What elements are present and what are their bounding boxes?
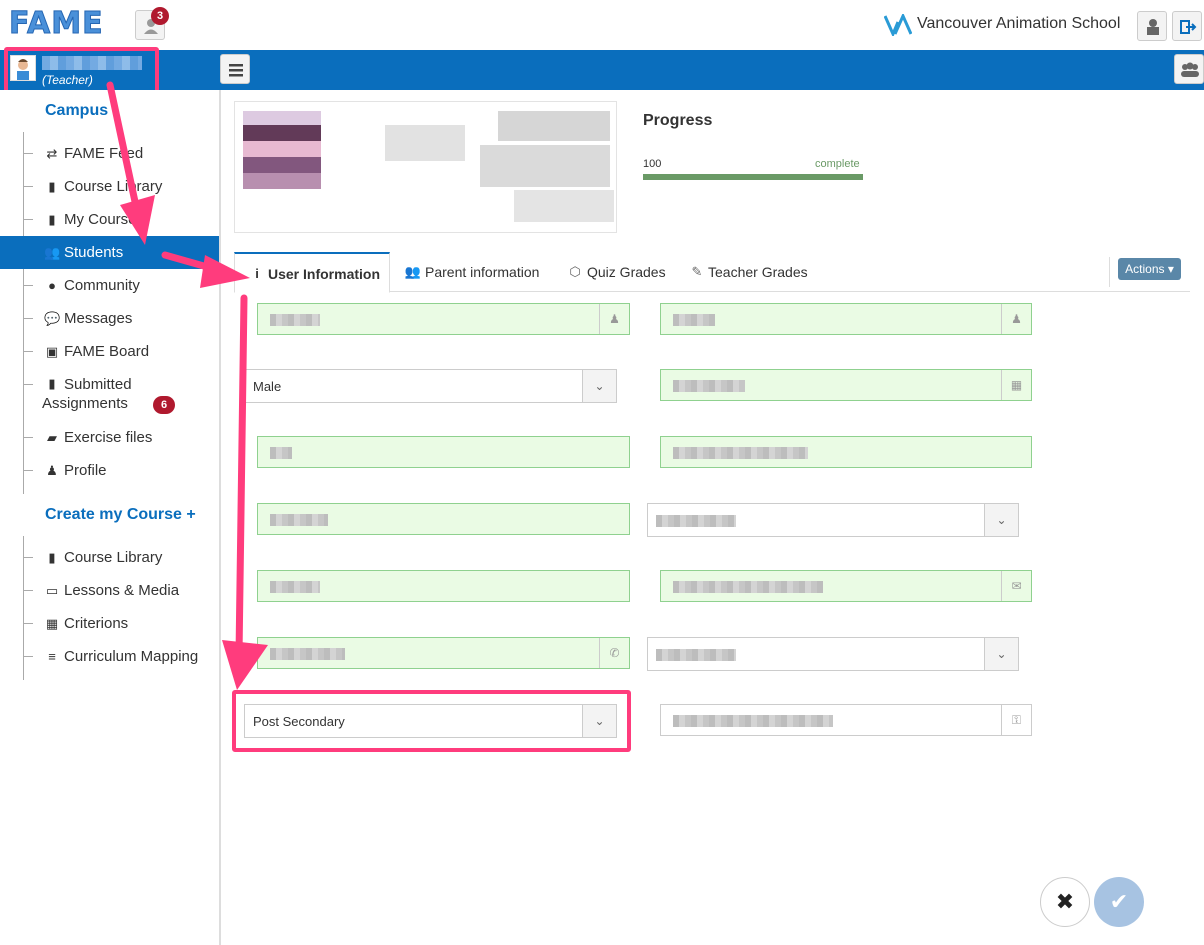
postal-code-field[interactable] [257, 570, 630, 602]
email-field[interactable]: ✉ [660, 570, 1032, 602]
fame-logo[interactable]: FAME [9, 6, 104, 42]
password-field[interactable]: ⚿ [660, 704, 1032, 736]
campus-title: Campus [45, 102, 109, 119]
sign-out-icon [1180, 20, 1197, 34]
user-icon: ♟ [1001, 304, 1031, 334]
birthdate-field[interactable]: ▦ [660, 369, 1032, 401]
edit-icon: ✎ [691, 264, 703, 279]
province-select[interactable]: ⌄ [647, 503, 1019, 537]
progress-bar-fill [643, 174, 863, 180]
phone-icon: ✆ [599, 638, 629, 668]
cubes-icon: ⬡ [569, 264, 581, 279]
users-icon: 👥 [404, 264, 422, 279]
envelope-icon: ✉ [1001, 571, 1031, 601]
user-icon: ♟ [599, 304, 629, 334]
submitted-count-badge: 6 [153, 396, 175, 414]
incognito-button[interactable] [1137, 11, 1167, 41]
users-icon [1181, 62, 1199, 77]
header-band [0, 50, 1204, 90]
gender-select[interactable]: Male ⌄ [244, 369, 617, 403]
tab-parent-information[interactable]: 👥 Parent information [402, 252, 552, 292]
comment-icon: 💬 [44, 311, 61, 326]
globe-icon: ● [48, 278, 56, 293]
chevron-down-icon: ⌄ [984, 504, 1018, 536]
tab-teacher-grades[interactable]: ✎ Teacher Grades [686, 252, 816, 292]
list-icon: ≡ [48, 649, 56, 664]
key-icon: ⚿ [1001, 705, 1031, 735]
chevron-down-icon: ⌄ [984, 638, 1018, 670]
progress-title: Progress [643, 112, 713, 129]
profile-photo-redacted [243, 111, 321, 189]
notification-badge: 3 [151, 7, 169, 25]
first-name-field[interactable]: ♟ [257, 303, 630, 335]
folder-open-icon: ▰ [47, 430, 57, 445]
check-icon: ✔ [1109, 889, 1129, 914]
sidebar-item-profile[interactable]: ♟ Profile [0, 454, 219, 487]
city-field[interactable] [257, 503, 630, 535]
cancel-button[interactable]: ✖ [1040, 877, 1090, 927]
chevron-down-icon: ⌄ [582, 370, 616, 402]
sidebar-item-students[interactable]: 👥 Students [0, 236, 219, 269]
tab-bar: i User Information 👥 Parent information … [234, 252, 1190, 293]
sidebar-item-community[interactable]: ● Community [0, 269, 219, 302]
country-select[interactable]: ⌄ [647, 637, 1019, 671]
sidebar-item-course-library[interactable]: ▮ Course Library [0, 170, 219, 203]
education-level-highlight-box [232, 690, 631, 752]
sidebar-item-messages[interactable]: 💬 Messages [0, 302, 219, 335]
retweet-icon: ⇄ [46, 146, 58, 161]
spy-icon [1147, 19, 1159, 35]
sidebar-item-fame-feed[interactable]: ⇄ FAME Feed [0, 137, 219, 170]
book-icon: ▮ [48, 179, 56, 194]
address-field[interactable] [660, 436, 1032, 468]
calendar-icon: ▦ [1001, 370, 1031, 400]
monitor-icon: ▭ [45, 583, 59, 598]
users-icon: 👥 [44, 245, 61, 260]
tab-quiz-grades[interactable]: ⬡ Quiz Grades [564, 252, 674, 292]
top-bar: FAME 3 Vancouver Animation School [0, 0, 1204, 50]
close-icon: ✖ [1055, 889, 1075, 914]
profile-info-redacted [514, 190, 614, 222]
divider [1109, 257, 1110, 287]
sidebar-item-create-course-library[interactable]: ▮ Course Library [0, 541, 219, 574]
progress-complete-label: complete [815, 158, 860, 170]
phone-field[interactable]: ✆ [257, 637, 630, 669]
menu-toggle-button[interactable] [220, 54, 250, 84]
sidebar-item-fame-board[interactable]: ▣ FAME Board [0, 335, 219, 368]
sidebar-item-criterions[interactable]: ▦ Criterions [0, 607, 219, 640]
picture-icon: ▣ [45, 344, 59, 359]
sidebar-item-exercise-files[interactable]: ▰ Exercise files [0, 421, 219, 454]
progress-value: 100 [643, 158, 662, 170]
logout-button[interactable] [1172, 11, 1202, 41]
profile-info-redacted [385, 125, 465, 161]
profile-info-redacted [480, 145, 610, 187]
table-icon: ▦ [45, 616, 59, 631]
last-name-field[interactable]: ♟ [660, 303, 1032, 335]
school-name: Vancouver Animation School [917, 15, 1121, 32]
user-icon: ♟ [46, 463, 58, 478]
group-button[interactable] [1174, 54, 1204, 84]
actions-button[interactable]: Actions ▾ [1118, 258, 1181, 280]
book-icon: ▮ [48, 550, 56, 565]
info-icon: i [255, 266, 259, 281]
sidebar-item-lessons-media[interactable]: ▭ Lessons & Media [0, 574, 219, 607]
sidebar: Campus ⇄ FAME Feed ▮ Course Library ▮ My… [0, 90, 221, 945]
student-id-field[interactable] [257, 436, 630, 468]
tab-user-information[interactable]: i User Information [234, 252, 390, 293]
sidebar-item-curriculum-mapping[interactable]: ≡ Curriculum Mapping [0, 640, 219, 673]
sidebar-item-label: Submitted Assignments [42, 376, 132, 412]
school-logo-icon [884, 14, 912, 36]
user-highlight-box [4, 47, 159, 95]
hamburger-icon [229, 64, 243, 77]
book-icon: ▮ [48, 212, 56, 227]
sidebar-item-submitted-assignments[interactable]: ▮ Submitted Assignments [0, 368, 219, 418]
create-course-title[interactable]: Create my Course + [45, 506, 196, 524]
profile-info-redacted [498, 111, 610, 141]
save-button[interactable]: ✔ [1094, 877, 1144, 927]
sidebar-item-my-courses[interactable]: ▮ My Courses [0, 203, 219, 236]
progress-bar [643, 174, 863, 180]
